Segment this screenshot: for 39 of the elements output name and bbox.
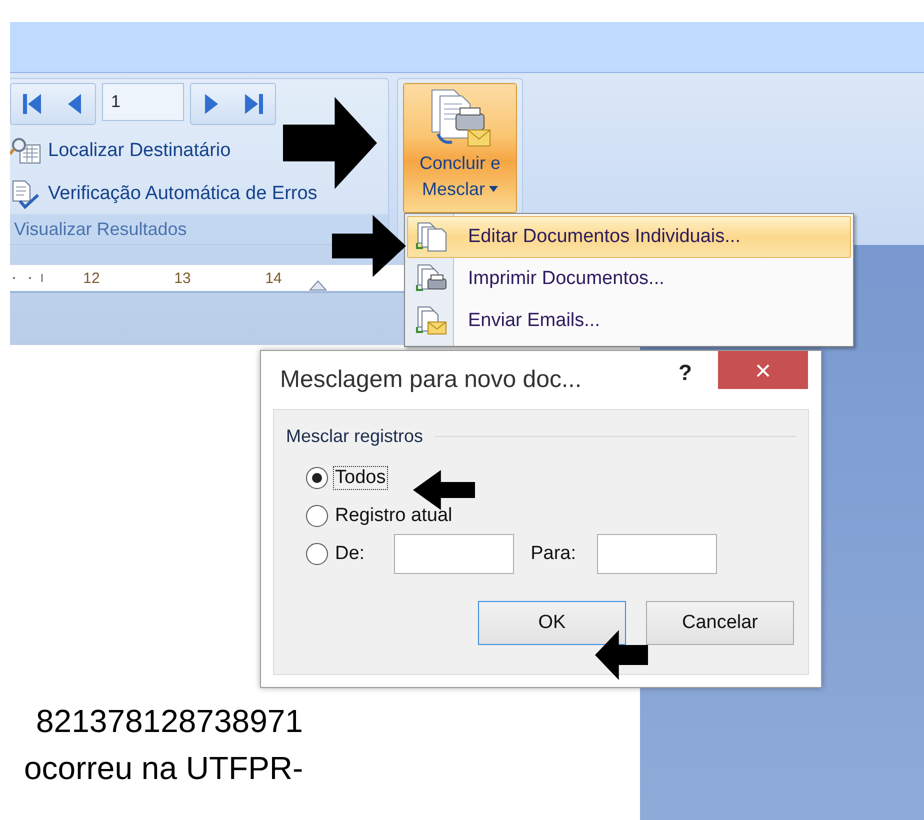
close-button[interactable]: × — [718, 351, 808, 389]
radio-button[interactable] — [306, 543, 328, 565]
option-label: De: — [334, 543, 366, 565]
group-legend: Mesclar registros — [286, 426, 424, 447]
caret-icon — [489, 186, 498, 192]
left-arrow-icon — [595, 630, 648, 680]
document-text: ocorreu na UTFPR- — [23, 750, 304, 787]
group-label: Visualizar Resultados — [10, 214, 388, 244]
dialog-title: Mesclagem para novo doc... — [279, 366, 582, 394]
radio-button[interactable] — [306, 505, 328, 527]
finish-merge-button[interactable]: Concluir e Mesclar — [403, 83, 517, 213]
menu-item[interactable]: Editar Documentos Individuais... — [407, 216, 851, 258]
ok-button[interactable]: OK — [478, 601, 626, 645]
from-field[interactable] — [394, 534, 514, 574]
ruler-number: 14 — [264, 270, 283, 286]
help-button[interactable]: ? — [672, 359, 698, 387]
cancel-button[interactable]: Cancelar — [646, 601, 794, 645]
menu-item[interactable]: Imprimir Documentos... — [407, 258, 851, 300]
menu-item[interactable]: Enviar Emails... — [407, 300, 851, 342]
button-label: Concluir e — [419, 152, 501, 175]
radio-button[interactable] — [306, 467, 328, 489]
option-label: Registro atual — [334, 505, 454, 527]
documents-icon — [414, 221, 448, 253]
last-record-icon — [243, 91, 265, 117]
first-record-icon — [21, 91, 43, 117]
to-field[interactable] — [597, 534, 717, 574]
document-check-icon — [10, 179, 42, 209]
ribbon-command[interactable]: Verificação Automática de Erros — [10, 179, 388, 209]
ruler-number: 12 — [82, 270, 101, 286]
magnifier-grid-icon — [10, 137, 42, 165]
record-field[interactable]: 1 — [102, 83, 184, 121]
document-text: 821378128738971 — [35, 703, 304, 740]
option-label: Todos — [334, 467, 387, 489]
documents-envelope-icon — [414, 305, 448, 337]
option-label: Para: — [530, 543, 577, 565]
button-label: Mesclar — [422, 176, 498, 202]
indent-marker-icon[interactable] — [309, 279, 327, 291]
right-arrow-icon — [332, 215, 406, 277]
ruler-number: 13 — [173, 270, 192, 286]
